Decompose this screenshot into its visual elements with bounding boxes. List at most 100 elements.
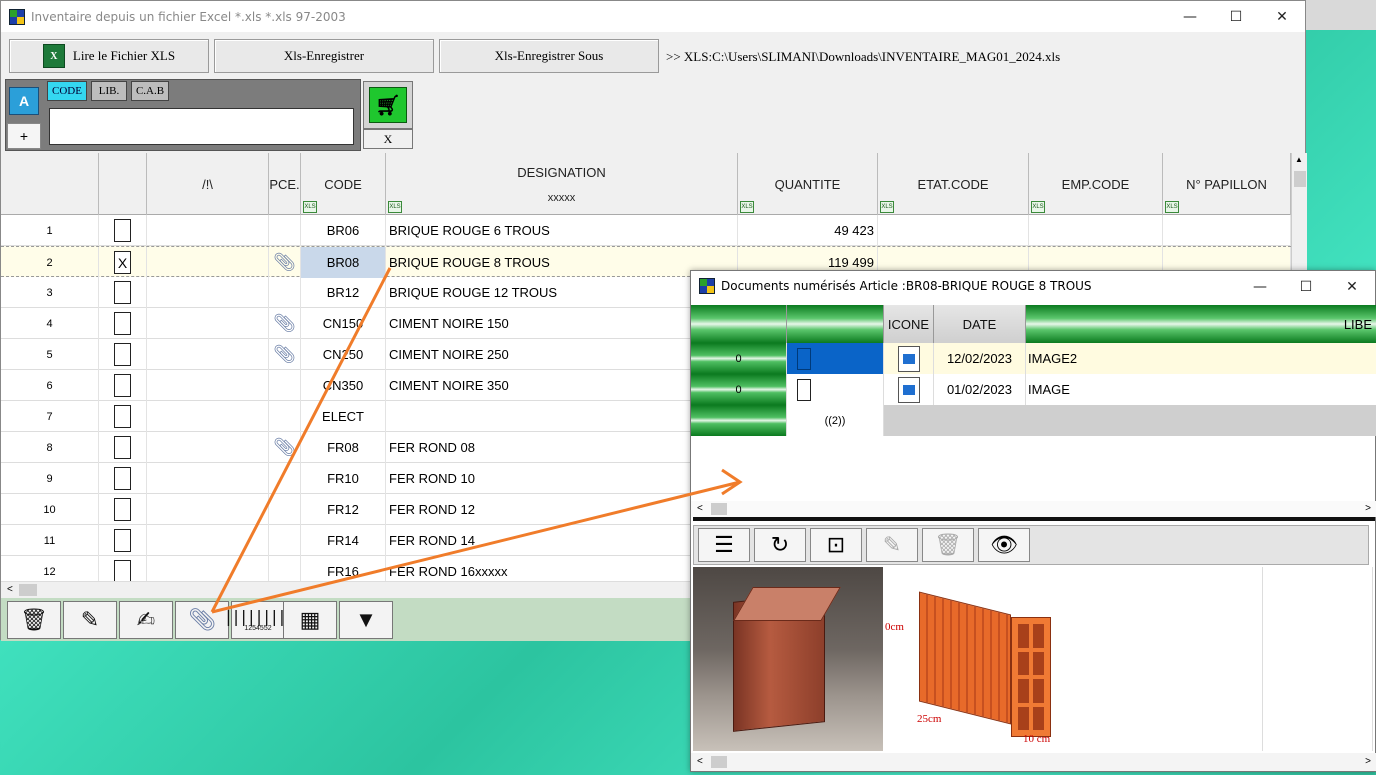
row-designation[interactable]: BRIQUE ROUGE 12 TROUS [386,277,738,308]
row-pce-cell[interactable] [269,401,301,432]
row-code[interactable]: BR06 [301,215,386,246]
doc-view-button[interactable]: 👁︎ [978,528,1030,562]
delete-button[interactable]: 🗑︎ [7,601,61,639]
calculator-button[interactable]: ▦ [283,601,337,639]
row-pce-cell[interactable] [269,277,301,308]
doc-edit-button[interactable]: ✎ [866,528,918,562]
doc-capture-button[interactable]: ⊡ [810,528,862,562]
row-code[interactable]: FR12 [301,494,386,525]
tab-code[interactable]: CODE [47,81,87,101]
doc-header-icone[interactable]: ICONE [884,305,934,343]
row-checkbox[interactable] [114,529,131,552]
doc-row-libelle[interactable]: IMAGE2 [1026,343,1376,374]
row-code[interactable]: CN350 [301,370,386,401]
doc-image-scrollbar[interactable]: < > [691,753,1376,771]
row-etat[interactable] [878,215,1029,246]
row-designation[interactable]: FER ROND 16xxxxx [386,556,738,581]
row-checkbox[interactable] [114,374,131,397]
img-scroll-right-icon[interactable]: > [1365,756,1371,767]
doc-header-date[interactable]: DATE [934,305,1026,343]
brick-diagram-thumbnail[interactable]: 0cm 25cm 10 cm [883,567,1073,751]
header-etat-code[interactable]: ETAT.CODE XLS [878,153,1029,215]
row-designation[interactable]: FER ROND 10 [386,463,738,494]
scroll-left-icon[interactable]: < [7,584,13,595]
image-file-icon[interactable] [897,376,920,403]
img-scroll-left-icon[interactable]: < [697,756,703,767]
doc-horizontal-scrollbar[interactable]: < > [691,501,1376,517]
edit-up-button[interactable]: ✍︎ [119,601,173,639]
table-row[interactable]: 1 BR06 BRIQUE ROUGE 6 TROUS 49 423 [1,215,1291,246]
row-designation[interactable]: FER ROND 08 [386,432,738,463]
attachments-button[interactable]: 📎︎ [175,601,229,639]
xls-save-button[interactable]: Xls-Enregistrer [214,39,434,73]
header-code[interactable]: CODE XLS [301,153,386,215]
row-pce-cell[interactable]: 📎︎ [269,432,301,463]
doc-refresh-button[interactable]: ↻ [754,528,806,562]
scroll-thumb[interactable] [1294,171,1306,187]
row-code[interactable]: BR08 [301,247,386,278]
close-button[interactable]: ✕ [1259,1,1305,32]
clear-search-button[interactable]: X [363,129,413,149]
maximize-button[interactable]: ☐ [1213,1,1259,32]
doc-delete-button[interactable]: 🗑︎ [922,528,974,562]
grid-horizontal-scrollbar[interactable]: < [1,581,691,597]
doc-row-select-cell[interactable] [787,343,884,374]
row-designation[interactable]: BRIQUE ROUGE 6 TROUS [386,215,738,246]
row-code[interactable]: FR10 [301,463,386,494]
doc-settings-button[interactable]: ☰ [698,528,750,562]
doc-table-row[interactable]: 0 12/02/2023 IMAGE2 [691,343,1376,374]
tab-cab[interactable]: C.A.B [131,81,169,101]
doc-row-checkbox[interactable] [797,347,811,370]
row-checkbox[interactable] [114,498,131,521]
doc-header-libelle[interactable]: LIBE [1026,305,1376,343]
xls-save-as-button[interactable]: Xls-Enregistrer Sous [439,39,659,73]
doc-row-checkbox[interactable] [797,378,811,401]
doc-row-select-cell[interactable] [787,374,884,405]
row-checkbox[interactable] [114,312,131,335]
row-pce-cell[interactable] [269,494,301,525]
cart-button[interactable]: 🛒︎ [363,81,413,129]
paperclip-icon[interactable]: 📎︎ [273,437,296,458]
header-quantite[interactable]: QUANTITE XLS [738,153,878,215]
image-file-icon[interactable] [897,345,920,372]
row-code[interactable]: FR08 [301,432,386,463]
row-checkbox[interactable] [114,560,131,581]
row-papillon[interactable] [1163,215,1291,246]
row-pce-cell[interactable] [269,556,301,581]
add-button[interactable]: + [7,123,41,149]
row-checkbox[interactable]: X [114,251,131,274]
img-hscroll-thumb[interactable] [711,756,727,768]
doc-row-libelle[interactable]: IMAGE [1026,374,1376,405]
row-code[interactable]: ELECT [301,401,386,432]
doc-row-icon-cell[interactable] [884,343,934,374]
row-designation[interactable]: BRIQUE ROUGE 8 TROUS [386,247,738,278]
paperclip-icon[interactable]: 📎︎ [273,313,296,334]
row-code[interactable]: CN250 [301,339,386,370]
header-pce[interactable]: PCE. [269,153,301,215]
doc-row-date[interactable]: 12/02/2023 [934,343,1026,374]
filter-button[interactable]: ▼ [339,601,393,639]
header-designation[interactable]: DESIGNATION xxxxx XLS [386,153,738,215]
doc-maximize-button[interactable]: ☐ [1283,271,1329,302]
doc-minimize-button[interactable]: — [1237,271,1283,302]
paperclip-icon[interactable]: 📎︎ [273,252,296,273]
doc-row-icon-cell[interactable] [884,374,934,405]
row-designation[interactable]: FER ROND 12 [386,494,738,525]
header-mark[interactable]: /!\ [147,153,269,215]
row-pce-cell[interactable]: 📎︎ [269,339,301,370]
row-pce-cell[interactable] [269,463,301,494]
row-designation[interactable]: CIMENT NOIRE 150 [386,308,738,339]
doc-hscroll-thumb[interactable] [711,503,727,515]
row-code[interactable]: CN150 [301,308,386,339]
row-designation[interactable] [386,401,738,432]
row-pce-cell[interactable] [269,370,301,401]
paperclip-icon[interactable]: 📎︎ [273,344,296,365]
row-pce-cell[interactable] [269,525,301,556]
row-code[interactable]: BR12 [301,277,386,308]
row-checkbox[interactable] [114,281,131,304]
read-xls-button[interactable]: X Lire le Fichier XLS [9,39,209,73]
scroll-up-icon[interactable]: ▲ [1295,155,1303,164]
hscroll-thumb[interactable] [19,584,37,596]
doc-scroll-left-icon[interactable]: < [697,503,703,514]
row-designation[interactable]: FER ROND 14 [386,525,738,556]
